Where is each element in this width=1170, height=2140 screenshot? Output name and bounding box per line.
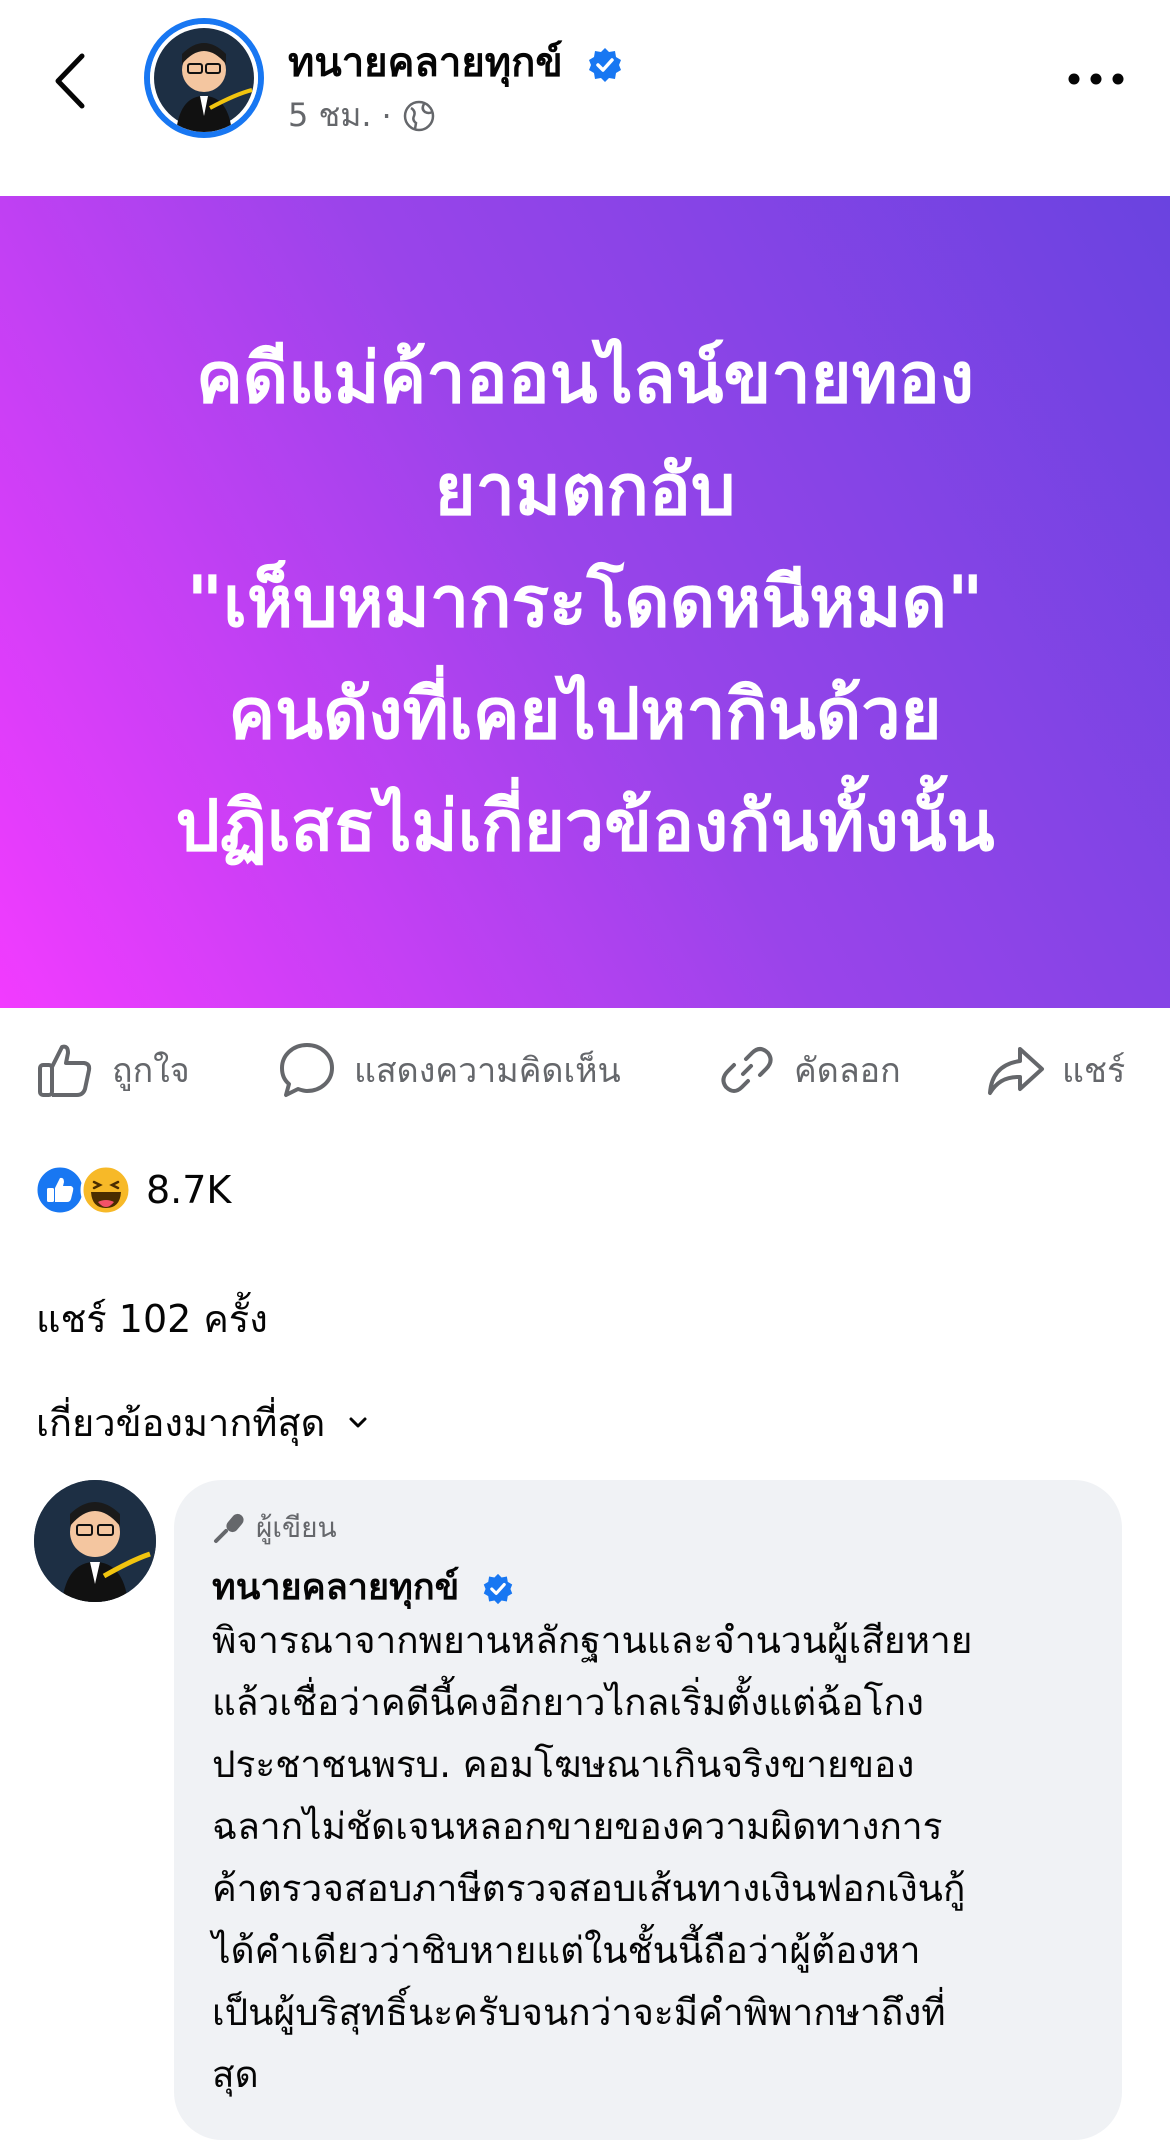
comment-line: ประชาชนพรบ. คอมโฆษณาเกินจริงขายของ [212, 1743, 915, 1786]
post-action-bar: ถูกใจ แสดงความคิดเห็น คัดลอก แชร์ [0, 1030, 1170, 1110]
link-icon [721, 1047, 773, 1093]
post-meta: 5 ชม. · [288, 90, 436, 141]
author-badge-label: ผู้เขียน [256, 1511, 337, 1544]
globe-icon [403, 100, 434, 131]
banner-line: ปฏิเสธไม่เกี่ยวข้องกันทั้งนั้น [175, 785, 995, 867]
meta-separator: · [381, 96, 392, 135]
share-label: แชร์ [1062, 1051, 1126, 1091]
chevron-down-icon [349, 1417, 367, 1427]
more-dots-icon[interactable] [1066, 64, 1126, 94]
thumbs-up-icon [38, 1044, 92, 1097]
post-banner[interactable]: คดีแม่ค้าออนไลน์ขายทอง ยามตกอับ "เห็บหมา… [0, 196, 1170, 1008]
microphone-icon [214, 1513, 244, 1543]
comment-author-text[interactable]: ทนายคลายทุกข์ [212, 1567, 459, 1608]
comment-line: ฉลากไม่ชัดเจนหลอกขายของความผิดทางการ [212, 1805, 943, 1848]
page-name-text[interactable]: ทนายคลายทุกข์ [288, 40, 563, 86]
comment-line: พิจารณาจากพยานหลักฐานและจำนวนผู้เสียหาย [212, 1619, 973, 1662]
reaction-summary[interactable]: 8.7K [34, 1162, 231, 1218]
comment-author-avatar[interactable] [34, 1480, 156, 1602]
like-reaction-icon [34, 1164, 86, 1216]
back-chevron-icon[interactable] [48, 50, 94, 112]
comment-text: พิจารณาจากพยานหลักฐานและจำนวนผู้เสียหาย … [212, 1610, 1092, 2106]
comment-bubble-icon [280, 1043, 334, 1097]
author-badge: ผู้เขียน [212, 1506, 337, 1550]
haha-reaction-icon [80, 1164, 132, 1216]
comment-line: สุด [212, 2053, 259, 2096]
comment-author-name[interactable]: ทนายคลายทุกข์ [212, 1558, 514, 1615]
banner-line: ยามตกอับ [434, 449, 736, 531]
share-button[interactable]: แชร์ [984, 1030, 1125, 1110]
comment-sort-dropdown[interactable]: เกี่ยวข้องมากที่สุด [36, 1392, 369, 1453]
banner-line: คนดังที่เคยไปหากินด้วย [228, 673, 942, 755]
lawyer-avatar-illustration [34, 1480, 156, 1602]
sort-label: เกี่ยวข้องมากที่สุด [36, 1401, 326, 1445]
reaction-count: 8.7K [146, 1168, 232, 1212]
lawyer-avatar-illustration [150, 24, 258, 132]
like-button[interactable]: ถูกใจ [34, 1030, 190, 1110]
page-name[interactable]: ทนายคลายทุกข์ [288, 30, 623, 94]
post-time[interactable]: 5 ชม. [288, 90, 372, 141]
comment-line: เป็นผู้บริสุทธิ์นะครับจนกว่าจะมีคำพิพากษ… [212, 1991, 946, 2034]
comment-label: แสดงความคิดเห็น [354, 1051, 621, 1091]
comment-line: ค้าตรวจสอบภาษีตรวจสอบเส้นทางเงินฟอกเงินก… [212, 1867, 966, 1910]
share-arrow-icon [988, 1047, 1044, 1095]
comment-button[interactable]: แสดงความคิดเห็น [276, 1030, 621, 1110]
like-label: ถูกใจ [112, 1051, 190, 1091]
comment-line: ได้คำเดียวว่าชิบหายแต่ในชั้นนี้ถือว่าผู้… [212, 1929, 921, 1972]
verified-badge-icon [483, 1573, 513, 1605]
verified-badge-icon [588, 48, 621, 82]
copy-label: คัดลอก [794, 1051, 901, 1091]
banner-text: คดีแม่ค้าออนไลน์ขายทอง ยามตกอับ "เห็บหมา… [45, 322, 1125, 882]
banner-line: "เห็บหมากระโดดหนีหมด" [186, 561, 984, 643]
banner-line: คดีแม่ค้าออนไลน์ขายทอง [195, 337, 975, 419]
page-avatar[interactable] [144, 18, 264, 138]
comment-line: แล้วเชื่อว่าคดีนี้คงอีกยาวไกลเริ่มตั้งแต… [212, 1681, 924, 1724]
share-count[interactable]: แชร์ 102 ครั้ง [36, 1288, 268, 1349]
copy-link-button[interactable]: คัดลอก [716, 1030, 901, 1110]
